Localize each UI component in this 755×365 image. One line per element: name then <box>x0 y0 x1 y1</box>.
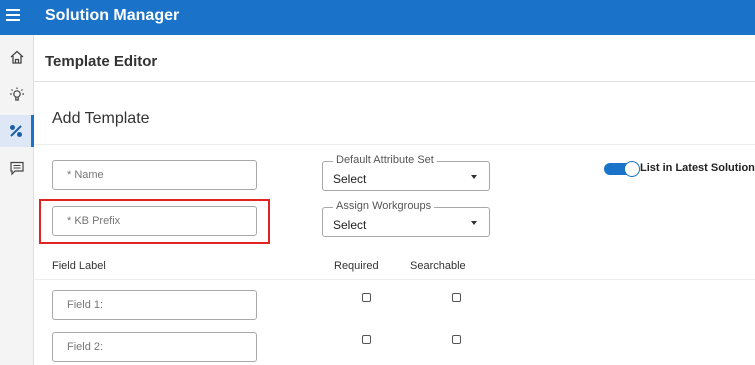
select-value: Select <box>333 172 367 186</box>
select-legend: Default Attribute Set <box>333 154 437 166</box>
sidebar <box>0 35 34 365</box>
sidebar-item-home[interactable] <box>0 41 34 73</box>
list-in-latest-label: List in Latest Solutions <box>640 162 755 174</box>
name-input[interactable] <box>52 160 257 190</box>
divider <box>34 144 755 145</box>
divider <box>34 81 755 82</box>
caret-down-icon <box>471 175 477 179</box>
tools-icon <box>9 125 22 137</box>
field-2-input[interactable] <box>52 332 257 362</box>
field-2-required-checkbox[interactable] <box>362 335 371 344</box>
default-attribute-set-select[interactable]: Default Attribute Set Select <box>322 154 490 191</box>
lightbulb-icon <box>10 87 24 101</box>
sidebar-item-tools[interactable] <box>0 115 34 147</box>
caret-down-icon <box>471 221 477 225</box>
page-title: Template Editor <box>45 53 158 70</box>
col-header-field-label: Field Label <box>52 260 106 272</box>
col-header-searchable: Searchable <box>410 260 466 272</box>
list-in-latest-toggle[interactable] <box>604 161 640 177</box>
field-2-searchable-checkbox[interactable] <box>452 335 461 344</box>
field-1-input[interactable] <box>52 290 257 320</box>
toggle-knob <box>624 161 640 177</box>
assign-workgroups-select[interactable]: Assign Workgroups Select <box>322 200 490 237</box>
select-legend: Assign Workgroups <box>333 200 435 212</box>
top-bar: Solution Manager <box>0 0 755 35</box>
sidebar-item-ideas[interactable] <box>0 78 34 110</box>
col-header-required: Required <box>334 260 379 272</box>
field-1-required-checkbox[interactable] <box>362 293 371 302</box>
select-value: Select <box>333 218 367 232</box>
app-title: Solution Manager <box>45 7 180 24</box>
comment-icon <box>10 161 24 176</box>
divider <box>34 279 755 280</box>
home-icon <box>10 50 24 64</box>
field-1-searchable-checkbox[interactable] <box>452 293 461 302</box>
menu-icon[interactable] <box>6 9 20 23</box>
section-title: Add Template <box>52 110 150 127</box>
sidebar-item-comments[interactable] <box>0 152 34 184</box>
kb-prefix-input[interactable] <box>52 206 257 236</box>
